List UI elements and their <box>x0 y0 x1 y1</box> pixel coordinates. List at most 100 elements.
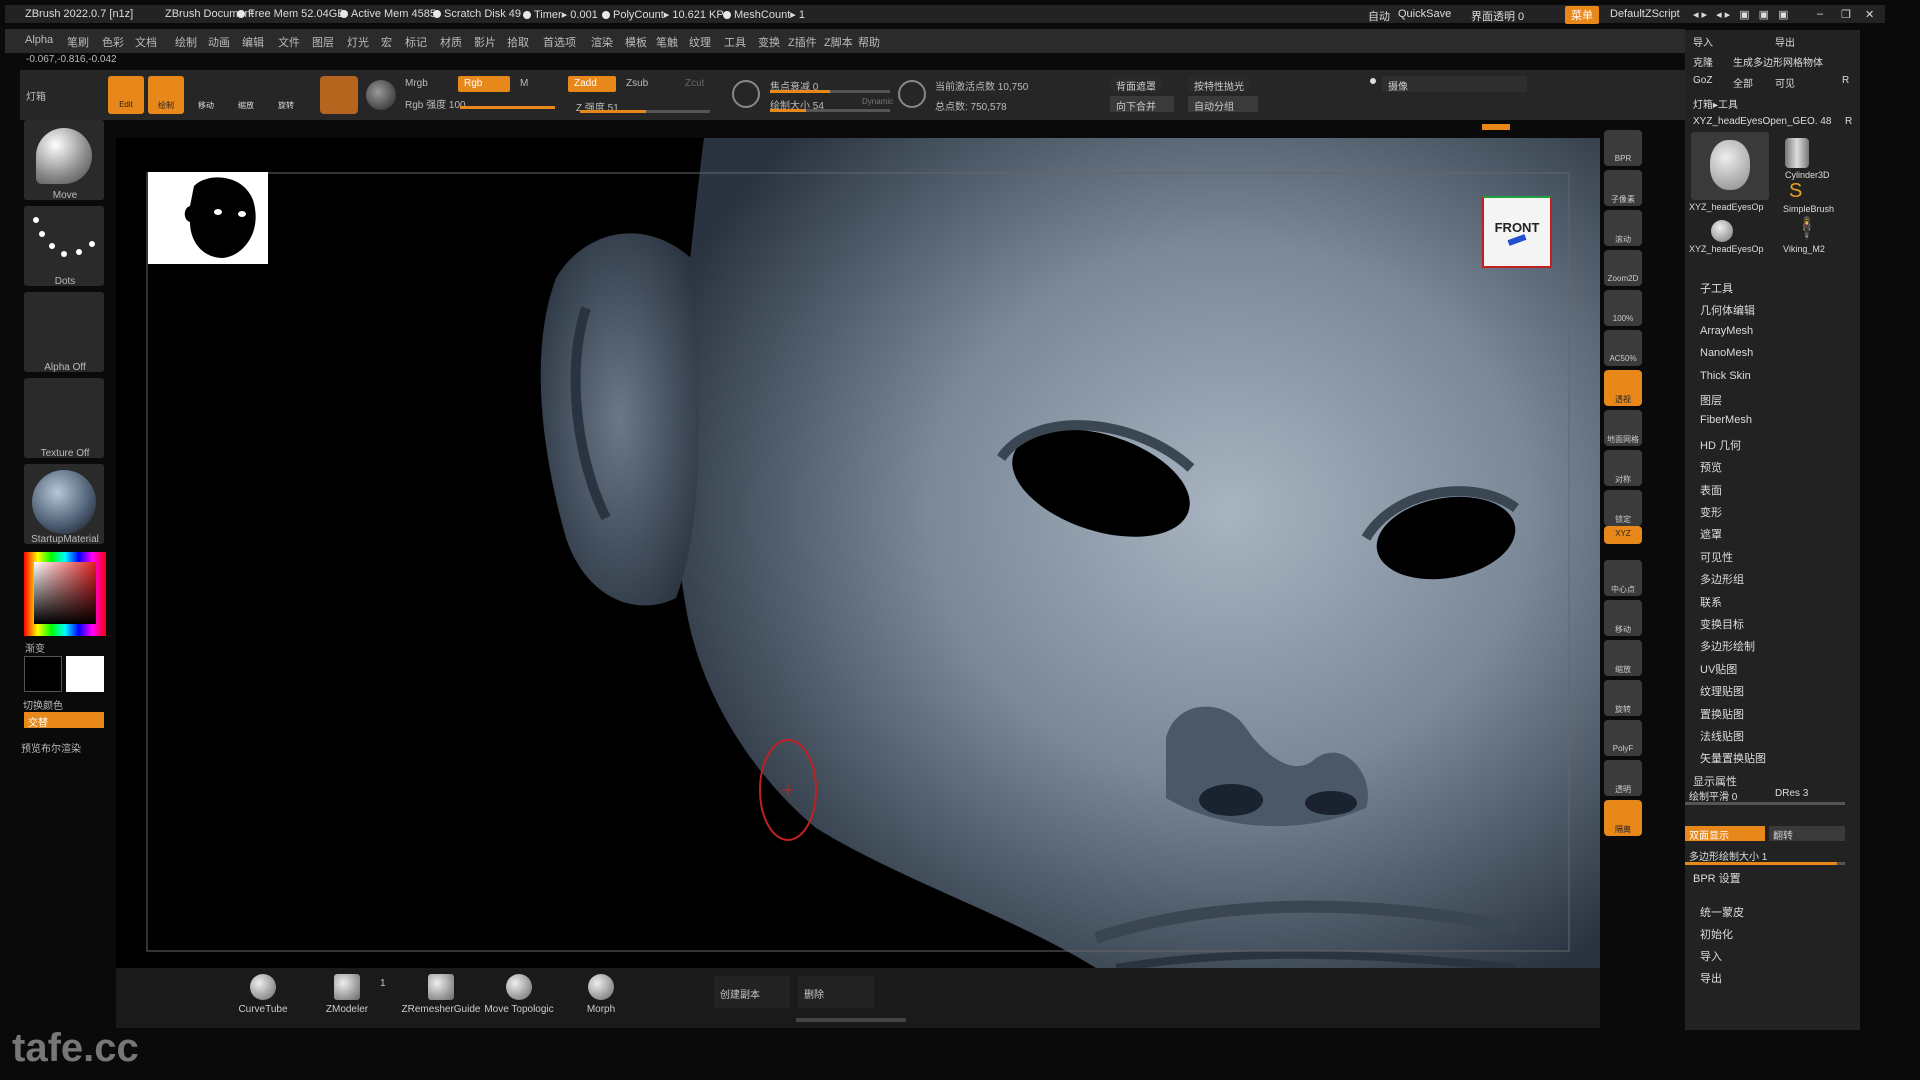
lightbox-tool-button[interactable]: 灯箱▸工具 <box>1693 96 1738 111</box>
menu-item-13[interactable]: 影片 <box>474 34 496 50</box>
restore-icon[interactable]: ❐ <box>1841 8 1851 21</box>
auto-label[interactable]: 自动 <box>1368 8 1390 24</box>
subpalette-20[interactable]: 法线贴图 <box>1700 728 1744 744</box>
draw-button[interactable]: 绘制 <box>148 76 184 114</box>
zadd-toggle[interactable]: Zadd <box>568 76 616 92</box>
secondary-color-swatch[interactable] <box>24 656 62 692</box>
scale-mode-button[interactable]: 缩放 <box>228 76 264 114</box>
subpalette-6[interactable]: FiberMesh <box>1700 414 1752 426</box>
simplebrush-icon[interactable]: S <box>1789 180 1802 203</box>
subpalette-9[interactable]: 表面 <box>1700 482 1722 498</box>
goz-all-button[interactable]: 全部 <box>1733 75 1753 90</box>
material-picker[interactable] <box>24 464 104 544</box>
tool-export-button[interactable]: 导出 <box>1775 34 1795 49</box>
duplicate-button[interactable]: 创建副本 <box>714 976 790 1008</box>
focal-shift-icon[interactable] <box>732 80 760 108</box>
material-swatch-button[interactable] <box>320 76 358 114</box>
preview-bool-render-button[interactable]: 预览布尔渲染 <box>6 740 96 755</box>
rotate-mode-button[interactable]: 旋转 <box>268 76 304 114</box>
head-model[interactable] <box>116 138 1600 968</box>
subpalette-21[interactable]: 矢量置换贴图 <box>1700 750 1766 766</box>
view-tool-7[interactable]: 地面网格 <box>1604 410 1642 446</box>
main-color-swatch[interactable] <box>66 656 104 692</box>
curvetube-button[interactable]: CurveTube <box>228 968 298 1015</box>
tool-thumb-head[interactable] <box>1691 132 1769 200</box>
menu-item-14[interactable]: 拾取 <box>507 34 529 50</box>
polygon-size-slider[interactable] <box>1685 862 1845 865</box>
mrgb-toggle[interactable]: Mrgb <box>405 78 428 89</box>
dynamic-toggle[interactable]: Dynamic <box>862 97 893 106</box>
menu-item-3[interactable]: 文档 <box>135 34 157 50</box>
lightbox-button[interactable]: 灯箱 <box>26 88 46 103</box>
material-sphere-icon[interactable] <box>366 80 396 110</box>
subpalette-10[interactable]: 变形 <box>1700 504 1722 520</box>
view-tool-12[interactable]: 移动 <box>1604 600 1642 636</box>
menu-item-5[interactable]: 动画 <box>208 34 230 50</box>
goz-r-button[interactable]: R <box>1842 75 1849 86</box>
goz-visible-button[interactable]: 可见 <box>1775 75 1795 90</box>
menu-button[interactable]: 菜单 <box>1565 6 1599 24</box>
zcut-toggle[interactable]: Zcut <box>685 78 704 89</box>
clone-button[interactable]: 克隆 <box>1693 54 1713 69</box>
alpha-picker[interactable] <box>24 292 104 372</box>
view-tool-6[interactable]: 透视 <box>1604 370 1642 406</box>
menu-item-22[interactable]: Z插件 <box>788 34 817 50</box>
rgb-intensity-slider[interactable] <box>460 106 555 109</box>
focal-shift-slider[interactable] <box>770 90 890 93</box>
default-zscript[interactable]: DefaultZScript <box>1610 8 1680 20</box>
view-tool-13[interactable]: 缩放 <box>1604 640 1642 676</box>
goz-button[interactable]: GoZ <box>1693 75 1712 86</box>
switch-color-button[interactable]: 切换颜色 <box>0 697 88 712</box>
menu-item-15[interactable]: 首选项 <box>543 34 576 50</box>
auto-groups-button[interactable]: 自动分组 <box>1188 96 1258 113</box>
view-tool-8[interactable]: 对称 <box>1604 450 1642 486</box>
camera-selector[interactable]: 摄像 <box>1382 76 1527 93</box>
color-picker[interactable] <box>24 552 106 636</box>
draw-size-slider[interactable] <box>770 109 890 112</box>
nav-cube[interactable]: FRONT <box>1482 196 1552 268</box>
subpalette-13[interactable]: 多边形组 <box>1700 571 1744 587</box>
backface-mask-toggle[interactable]: 背面遮罩 <box>1110 76 1162 93</box>
export-item[interactable]: 导出 <box>1700 970 1722 986</box>
view-tool-16[interactable]: 透明 <box>1604 760 1642 796</box>
menu-item-10[interactable]: 宏 <box>381 34 392 50</box>
menu-item-7[interactable]: 文件 <box>278 34 300 50</box>
unify-skin[interactable]: 统一蒙皮 <box>1700 904 1744 920</box>
menu-item-6[interactable]: 编辑 <box>242 34 264 50</box>
viking-figure-icon[interactable]: 🕴 <box>1793 216 1820 242</box>
view-tool-11[interactable]: 中心点 <box>1604 560 1642 596</box>
zmodeler-button[interactable]: ZModeler <box>312 968 382 1015</box>
bpr-settings[interactable]: BPR 设置 <box>1693 870 1741 886</box>
import-item[interactable]: 导入 <box>1700 948 1722 964</box>
subpalette-5[interactable]: 图层 <box>1700 392 1722 408</box>
subpalette-17[interactable]: UV贴图 <box>1700 661 1737 677</box>
delete-button[interactable]: 删除 <box>798 976 874 1008</box>
current-tool-r-button[interactable]: R <box>1845 116 1852 127</box>
tool-import-button[interactable]: 导入 <box>1693 34 1713 49</box>
draw-size-icon[interactable] <box>898 80 926 108</box>
alternate-toggle[interactable]: 交替 <box>24 712 104 729</box>
subpalette-7[interactable]: HD 几何 <box>1700 437 1741 453</box>
polish-by-features-toggle[interactable]: 按特性抛光 <box>1188 76 1250 93</box>
subpalette-11[interactable]: 遮罩 <box>1700 526 1722 542</box>
subpalette-12[interactable]: 可见性 <box>1700 549 1733 565</box>
menu-item-2[interactable]: 色彩 <box>102 34 124 50</box>
view-tool-4[interactable]: 100% <box>1604 290 1642 326</box>
menu-item-1[interactable]: 笔刷 <box>67 34 89 50</box>
menu-item-18[interactable]: 笔触 <box>656 34 678 50</box>
current-tool-slider[interactable]: XYZ_headEyesOpen_GEO. 48 <box>1693 116 1831 127</box>
subpalette-1[interactable]: 几何体编辑 <box>1700 302 1755 318</box>
texture-picker[interactable] <box>24 378 104 458</box>
stroke-picker[interactable] <box>24 206 104 286</box>
view-tool-10[interactable]: XYZ <box>1604 526 1642 544</box>
subpalette-19[interactable]: 置换贴图 <box>1700 706 1744 722</box>
menu-item-0[interactable]: Alpha <box>25 34 53 46</box>
zremesher-guide-button[interactable]: ZRemesherGuide <box>396 968 486 1015</box>
view-tool-9[interactable]: 锁定 <box>1604 490 1642 526</box>
morph-button[interactable]: Morph <box>566 968 636 1015</box>
z-intensity-slider[interactable] <box>580 110 710 113</box>
view-tool-14[interactable]: 旋转 <box>1604 680 1642 716</box>
m-toggle[interactable]: M <box>520 78 528 89</box>
view-tool-0[interactable]: BPR <box>1604 130 1642 166</box>
menu-item-12[interactable]: 材质 <box>440 34 462 50</box>
